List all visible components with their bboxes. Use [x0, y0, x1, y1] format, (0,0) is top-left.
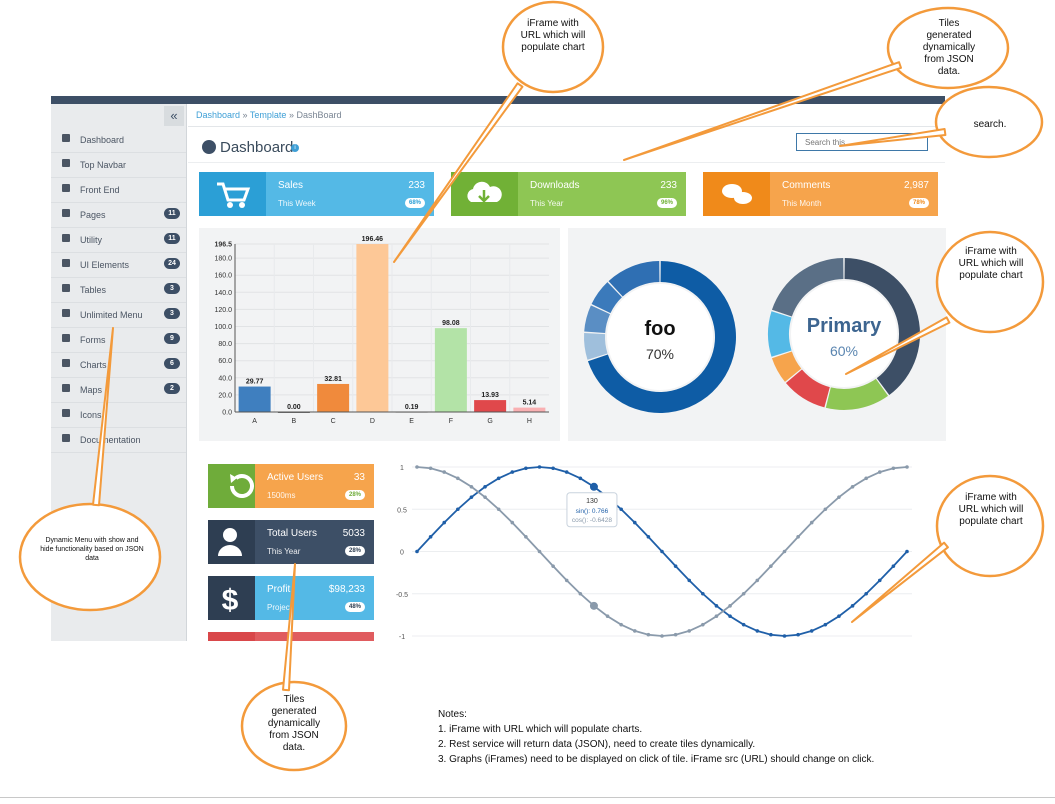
notes-item: 2. Rest service will return data (JSON),…	[438, 739, 756, 750]
callout-arrow	[623, 61, 902, 161]
annotation-layer	[18, 0, 1045, 772]
notes-title: Notes:	[438, 709, 467, 720]
callout-arrow	[839, 128, 947, 147]
callout-arrow	[92, 327, 114, 507]
callout-text-iframe-lower: iFrame with URL which will populate char…	[958, 492, 1024, 527]
notes-item: 1. iFrame with URL which will populate c…	[438, 724, 643, 735]
callout-text-iframe-right: iFrame with URL which will populate char…	[958, 246, 1024, 281]
callout-arrow	[851, 541, 949, 623]
callout-text-menu: Dynamic Menu with show and hide function…	[40, 537, 144, 562]
callout-arrow	[393, 82, 524, 263]
notes: Notes: 1. iFrame with URL which will pop…	[438, 707, 874, 767]
callout-text-search: search.	[973, 119, 1007, 130]
callout-text-iframe-top: iFrame with URL which will populate char…	[520, 18, 586, 53]
callout-text-tiles-bottom: Tiles generated dynamically from JSON da…	[267, 694, 321, 753]
callout-text-tiles-top: Tiles generated dynamically from JSON da…	[922, 18, 976, 77]
notes-item: 3. Graphs (iFrames) need to be displayed…	[438, 754, 875, 765]
callout-arrow	[845, 316, 951, 375]
divider	[0, 797, 1055, 798]
callout-arrow	[282, 563, 296, 692]
